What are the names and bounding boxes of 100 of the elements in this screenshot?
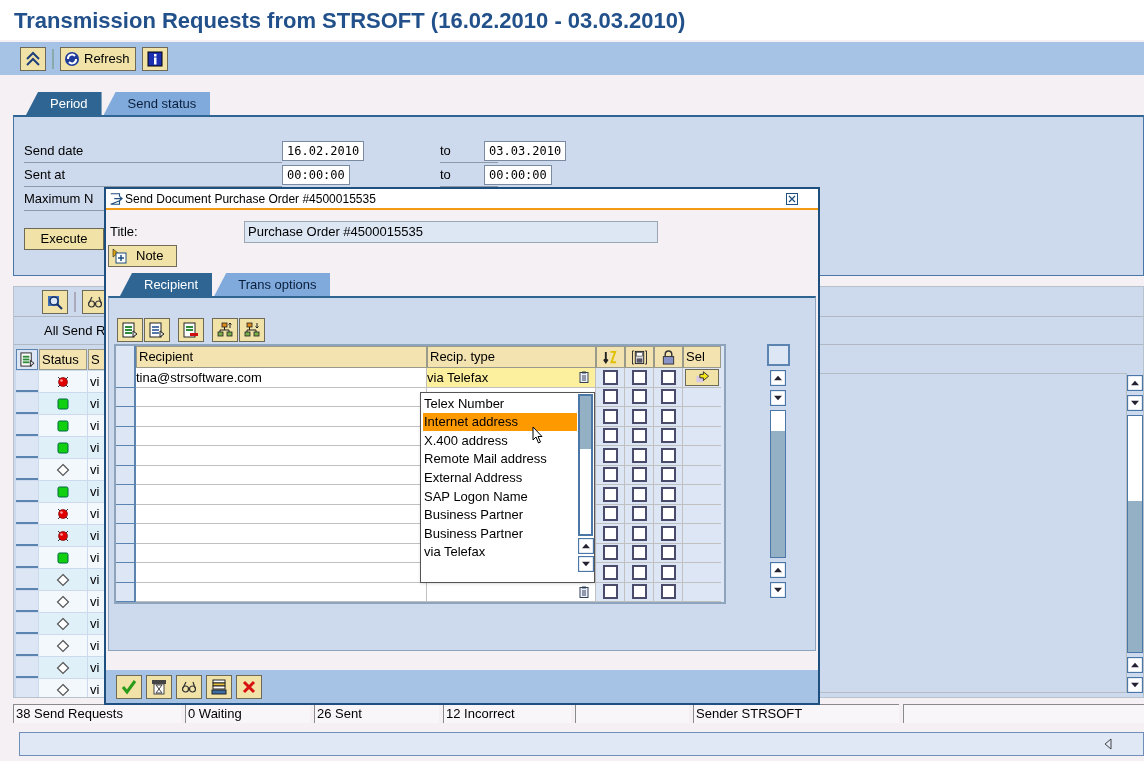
row-selector[interactable] [116,446,136,466]
close-icon[interactable] [786,192,798,205]
dropdown-option[interactable]: Remote Mail address [423,449,577,469]
cancel-button[interactable] [236,674,262,699]
checkbox[interactable] [660,545,676,561]
select-all-button[interactable] [16,349,38,370]
note-button[interactable]: Note [108,245,177,267]
dropdown-option[interactable]: Business Partner [423,524,577,543]
scroll-up-button[interactable] [770,370,786,386]
checkbox[interactable] [602,428,618,444]
checkbox[interactable] [631,486,647,502]
checkbox[interactable] [660,389,676,405]
dropdown-field[interactable]: via Telefax [427,368,596,388]
checkbox[interactable] [602,486,618,502]
delete-row-button[interactable] [178,318,204,342]
dropdown-field[interactable] [427,582,596,602]
checkbox[interactable] [660,525,676,541]
row-selector[interactable] [16,459,38,480]
checkbox[interactable] [631,564,647,580]
dropdown-option[interactable]: Business Partner [423,505,577,525]
checkbox[interactable] [602,545,618,561]
checkbox[interactable] [631,428,647,444]
input-field[interactable]: 16.02.2010 [282,141,365,161]
row-selector[interactable] [16,503,38,524]
row-selector[interactable] [116,407,136,427]
row-selector[interactable] [116,524,136,544]
checkbox[interactable] [631,525,647,541]
preview-button[interactable] [176,674,202,699]
dropdown-option[interactable]: Telex Number [423,394,577,413]
row-selector[interactable] [116,504,136,524]
dropdown-option[interactable]: via Telefax [423,542,577,562]
scroll-down-button[interactable] [770,582,786,598]
checkbox[interactable] [602,467,618,483]
scroll-down-button[interactable] [578,556,594,572]
scroll-down-button[interactable] [1127,395,1143,411]
checkbox[interactable] [660,506,676,522]
checkbox[interactable] [631,447,647,463]
row-selector[interactable] [16,591,38,612]
tab[interactable]: Recipient [120,273,213,296]
scrollbar-track[interactable] [1127,415,1143,653]
checkbox[interactable] [602,506,618,522]
scrollbar-thumb[interactable] [1128,416,1142,501]
input-field[interactable]: 03.03.2010 [484,141,567,161]
move-up-button[interactable] [212,318,238,342]
scroll-up-button[interactable] [1127,375,1143,391]
row-selector[interactable] [16,547,38,568]
scrollbar-thumb[interactable] [580,396,591,449]
refresh-button[interactable]: Refresh [60,46,136,71]
row-selector[interactable] [16,569,38,590]
row-selector[interactable] [116,563,136,583]
row-selector[interactable] [116,426,136,446]
row-selector[interactable] [116,582,136,602]
checkbox[interactable] [660,428,676,444]
scrollbar-track[interactable] [770,410,786,558]
checkbox[interactable] [631,506,647,522]
checkbox[interactable] [602,564,618,580]
checkbox[interactable] [660,408,676,424]
checkbox[interactable] [631,467,647,483]
scrollbar-thumb[interactable] [771,411,785,431]
append-row-button[interactable] [144,318,170,342]
checkbox[interactable] [660,486,676,502]
row-selector[interactable] [116,543,136,563]
row-selector[interactable] [116,465,136,485]
row-selector[interactable] [116,485,136,505]
row-selector[interactable] [116,368,136,388]
checkbox[interactable] [631,584,647,600]
insert-row-button[interactable] [117,318,143,342]
table-cell[interactable]: tina@strsoftware.com [136,368,427,388]
checkbox[interactable] [660,447,676,463]
print-button[interactable] [206,674,232,699]
checkbox[interactable] [631,408,647,424]
checkbox[interactable] [660,467,676,483]
row-selector[interactable] [16,657,38,678]
checkbox[interactable] [631,389,647,405]
row-selector[interactable] [16,635,38,656]
row-selector[interactable] [16,415,38,436]
checkbox[interactable] [631,369,647,385]
row-selector[interactable] [116,387,136,407]
dropdown-option[interactable]: SAP Logon Name [423,486,577,506]
row-selector[interactable] [16,437,38,458]
scroll-up-button[interactable] [770,562,786,578]
scroll-up-button[interactable] [578,538,594,554]
checkbox[interactable] [660,369,676,385]
checkbox[interactable] [602,584,618,600]
checkbox[interactable] [660,564,676,580]
row-selector[interactable] [16,393,38,414]
scrollbar-track[interactable] [578,394,593,536]
dropdown-option[interactable]: External Address [423,468,577,487]
confirm-button[interactable] [116,674,142,699]
row-selector[interactable] [16,481,38,502]
tab[interactable]: Send status [103,92,211,115]
back-button[interactable] [20,46,46,71]
input-field[interactable]: 00:00:00 [484,165,552,185]
row-selector[interactable] [16,525,38,546]
dropdown-option[interactable]: X.400 address [423,431,577,450]
search-button[interactable] [42,289,68,314]
checkbox[interactable] [602,408,618,424]
execute-button[interactable]: Execute [24,228,104,250]
input-field[interactable]: 00:00:00 [282,165,350,185]
dropdown-option[interactable]: Internet address [423,412,577,432]
